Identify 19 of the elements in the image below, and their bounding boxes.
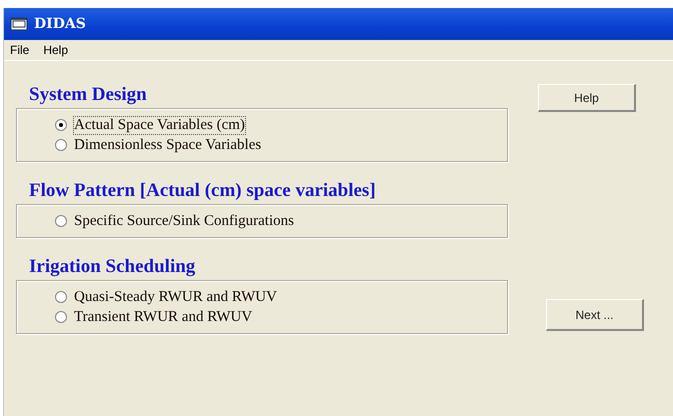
radio-button[interactable] xyxy=(55,291,67,303)
section-heading: Irigation Scheduling xyxy=(28,255,196,279)
radio-button[interactable] xyxy=(55,215,67,227)
radio-button[interactable] xyxy=(55,311,67,323)
radio-label[interactable]: Actual Space Variables (cm) xyxy=(73,116,246,134)
menu-item[interactable]: Help xyxy=(41,43,70,57)
menu-item[interactable]: File xyxy=(8,43,32,57)
window-icon xyxy=(10,16,28,32)
window-title: DIDAS xyxy=(34,16,86,32)
radio-label[interactable]: Quasi-Steady RWUR and RWUV xyxy=(73,288,278,306)
radio-label[interactable]: Transient RWUR and RWUV xyxy=(73,308,254,326)
help-button[interactable]: Help xyxy=(538,84,636,112)
radio-button[interactable] xyxy=(55,139,67,151)
next-button[interactable]: Next ... xyxy=(546,299,644,331)
radio-label[interactable]: Dimensionless Space Variables xyxy=(73,136,262,154)
section-heading: System Design xyxy=(28,83,148,107)
radio-button[interactable] xyxy=(55,119,67,131)
section-heading: Flow Pattern [Actual (cm) space variables] xyxy=(28,179,377,203)
radio-label[interactable]: Specific Source/Sink Configurations xyxy=(73,212,295,230)
